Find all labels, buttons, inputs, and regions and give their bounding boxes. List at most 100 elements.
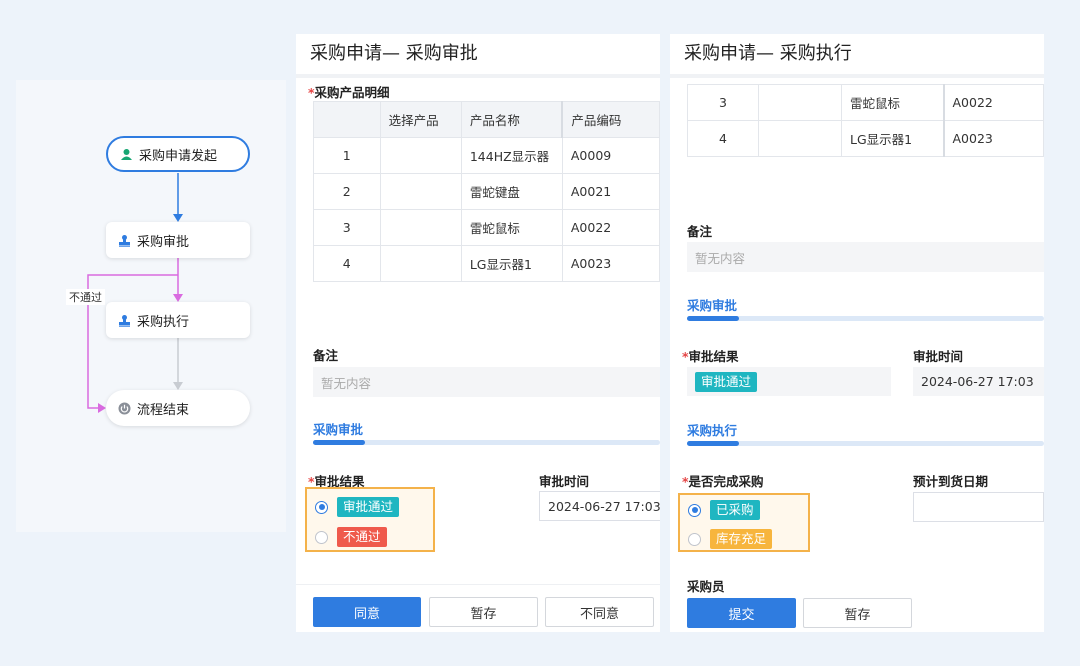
row-product-name: 雷蛇鼠标 [841, 84, 944, 121]
row-product-name: LG显示器1 [841, 120, 944, 157]
section-progress-track [313, 440, 660, 445]
table-row[interactable]: 4 LG显示器1 A0023 [313, 245, 660, 282]
buyer-label: 采购员 [687, 579, 725, 594]
table-header-row: 选择产品 产品名称 产品编码 [313, 101, 660, 138]
purchase-done-label: *是否完成采购 [682, 471, 764, 490]
products-table: 选择产品 产品名称 产品编码 1 144HZ显示器 A0009 2 雷蛇键盘 A… [313, 101, 660, 282]
option-tag-purchased: 已采购 [710, 500, 760, 520]
result-tag: 审批通过 [695, 371, 758, 392]
footer-divider [296, 584, 660, 585]
approval-result-label: *审批结果 [682, 346, 739, 365]
row-product-code: A0023 [942, 120, 1044, 157]
row-select-cell[interactable] [379, 209, 462, 246]
table-row[interactable]: 1 144HZ显示器 A0009 [313, 137, 660, 174]
purchase-done-radio-group: 已采购 库存充足 [678, 493, 810, 552]
card-title: 采购申请— 采购执行 [670, 34, 1044, 78]
remark-label: 备注 [687, 224, 713, 239]
workflow-diagram: 不通过 采购申请发起 采购审批 采购执行 流程结束 [16, 80, 286, 532]
table-row[interactable]: 3 雷蛇鼠标 A0022 [313, 209, 660, 246]
option-tag-reject: 不通过 [337, 527, 387, 547]
radio-option-approve[interactable]: 审批通过 [315, 497, 400, 517]
flow-node-exec[interactable]: 采购执行 [106, 302, 250, 338]
agree-button[interactable]: 同意 [313, 597, 421, 627]
row-product-code: A0009 [561, 137, 660, 174]
row-index: 1 [313, 137, 381, 174]
flow-node-end-label: 流程结束 [137, 402, 190, 418]
row-product-code: A0022 [561, 209, 660, 246]
option-tag-approve: 审批通过 [337, 497, 400, 517]
products-table: 3 雷蛇鼠标 A0022 4 LG显示器1 A0023 [687, 84, 1044, 157]
column-header-name: 产品名称 [460, 101, 563, 138]
card-title: 采购申请— 采购审批 [296, 34, 660, 78]
remark-field: 暂无内容 [313, 367, 660, 397]
approval-form-card: 采购申请— 采购审批 *采购产品明细 选择产品 产品名称 产品编码 1 144H… [296, 34, 660, 632]
option-tag-in-stock: 库存充足 [710, 529, 773, 549]
approval-time-field: 2024-06-27 17:03 [913, 367, 1044, 396]
section-title-approval: 采购审批 [687, 298, 738, 313]
row-product-code: A0021 [561, 173, 660, 210]
section-progress-track [687, 316, 1044, 321]
table-row[interactable]: 4 LG显示器1 A0023 [687, 120, 1044, 157]
radio-button[interactable] [688, 532, 701, 546]
radio-button[interactable] [315, 530, 328, 544]
flow-node-start[interactable]: 采购申请发起 [106, 136, 250, 172]
row-product-name: 雷蛇鼠标 [460, 209, 563, 246]
column-header-code: 产品编码 [561, 101, 660, 138]
table-row[interactable]: 3 雷蛇鼠标 A0022 [687, 84, 1044, 121]
disagree-button[interactable]: 不同意 [545, 597, 654, 627]
row-select-cell[interactable] [758, 120, 842, 157]
flow-node-end[interactable]: 流程结束 [106, 390, 250, 426]
row-product-code: A0023 [561, 245, 660, 282]
eta-date-field[interactable] [913, 492, 1044, 522]
approval-time-field[interactable]: 2024-06-27 17:03 [539, 491, 660, 521]
row-index: 3 [313, 209, 381, 246]
eta-label: 预计到货日期 [913, 474, 989, 489]
remark-field: 暂无内容 [687, 242, 1044, 272]
section-progress-fill [687, 316, 739, 321]
user-icon [120, 148, 133, 161]
flow-node-approve-label: 采购审批 [137, 234, 190, 250]
approval-result-radio-group: 审批通过 不通过 [305, 487, 435, 552]
radio-option-purchased[interactable]: 已采购 [688, 500, 760, 520]
row-select-cell[interactable] [758, 84, 842, 121]
column-header-index [313, 101, 381, 138]
radio-button[interactable] [688, 503, 701, 517]
power-icon [118, 402, 131, 415]
radio-option-reject[interactable]: 不通过 [315, 527, 387, 547]
approval-result-field: 审批通过 [687, 367, 891, 396]
stamp-icon [118, 234, 131, 247]
row-select-cell[interactable] [379, 173, 462, 210]
section-title-exec: 采购执行 [687, 423, 738, 438]
submit-button[interactable]: 提交 [687, 598, 796, 628]
section-progress-fill [687, 441, 739, 446]
save-draft-button[interactable]: 暂存 [429, 597, 538, 627]
section-progress-track [687, 441, 1044, 446]
row-index: 4 [313, 245, 381, 282]
row-index: 2 [313, 173, 381, 210]
row-product-name: LG显示器1 [460, 245, 563, 282]
approval-time-label: 审批时间 [913, 349, 964, 364]
row-product-name: 雷蛇键盘 [460, 173, 563, 210]
section-progress-fill [313, 440, 365, 445]
execution-form-card: 采购申请— 采购执行 3 雷蛇鼠标 A0022 4 LG显示器1 A0023 备… [670, 34, 1044, 632]
row-index: 3 [687, 84, 759, 121]
flow-node-approve[interactable]: 采购审批 [106, 222, 250, 258]
flow-node-start-label: 采购申请发起 [139, 148, 218, 164]
row-product-code: A0022 [942, 84, 1044, 121]
products-label-text: 采购产品明细 [314, 85, 390, 100]
stamp-icon [118, 314, 131, 327]
reject-branch-label: 不通过 [66, 289, 105, 305]
radio-option-in-stock[interactable]: 库存充足 [688, 529, 773, 549]
table-row[interactable]: 2 雷蛇键盘 A0021 [313, 173, 660, 210]
row-product-name: 144HZ显示器 [460, 137, 563, 174]
save-draft-button[interactable]: 暂存 [803, 598, 912, 628]
row-select-cell[interactable] [379, 245, 462, 282]
remark-label: 备注 [313, 348, 339, 363]
flow-node-exec-label: 采购执行 [137, 314, 190, 330]
column-header-select: 选择产品 [379, 101, 462, 138]
approval-result-label-text: 审批结果 [688, 349, 739, 364]
row-index: 4 [687, 120, 759, 157]
row-select-cell[interactable] [379, 137, 462, 174]
approval-time-label: 审批时间 [539, 474, 590, 489]
radio-button[interactable] [315, 500, 328, 514]
